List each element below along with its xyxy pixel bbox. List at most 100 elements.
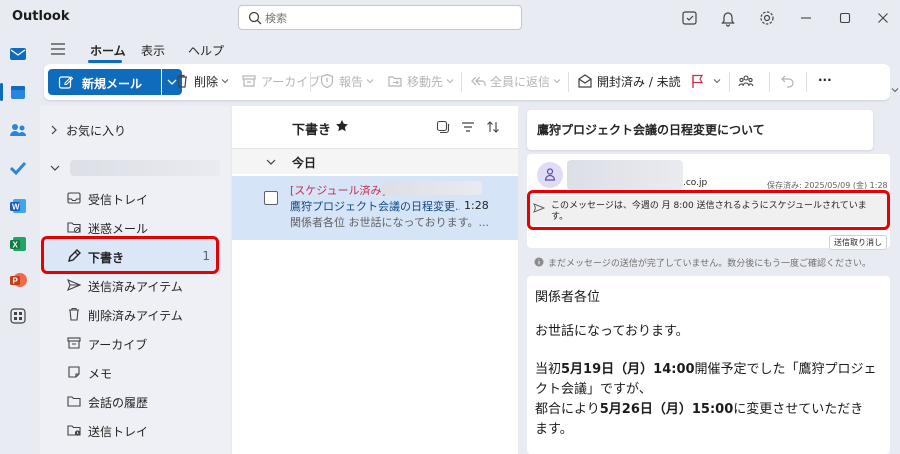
folder-deleted[interactable]: 削除済みアイテム xyxy=(64,304,224,324)
maximize-icon[interactable] xyxy=(835,8,855,28)
flag-button[interactable] xyxy=(690,73,721,91)
toolbar-divider xyxy=(806,72,807,92)
move-to-label: 移動先 xyxy=(407,75,444,89)
undo-icon xyxy=(781,75,794,88)
ribbon-tabs: ホーム 表示 ヘルプ xyxy=(36,36,900,64)
archive-button[interactable]: アーカイブ xyxy=(241,73,320,91)
folder-label: 送信済みアイテム xyxy=(88,280,183,294)
people-app-icon[interactable] xyxy=(8,120,28,140)
read-unread-label: 開封済み / 未読 xyxy=(597,75,681,89)
notes-feedback-icon[interactable] xyxy=(680,8,700,28)
folder-conversation-history[interactable]: 会話の履歴 xyxy=(64,391,224,411)
filter-icon[interactable] xyxy=(461,120,475,134)
more-options-button[interactable]: ··· xyxy=(818,73,832,91)
todo-app-icon[interactable] xyxy=(8,158,28,178)
app-title: Outlook xyxy=(12,9,70,24)
move-to-button[interactable]: 移動先 xyxy=(387,73,454,91)
archive-label: アーカイブ xyxy=(261,75,321,89)
undo-button[interactable] xyxy=(780,73,800,91)
account-header[interactable] xyxy=(50,158,220,178)
gear-icon[interactable] xyxy=(757,8,777,28)
cancel-send-button[interactable]: 送信取り消し xyxy=(829,235,887,250)
report-button[interactable]: 報告 xyxy=(319,73,374,91)
outbox-icon xyxy=(67,425,81,436)
body-bold-date: 5月19日（月）14:00 xyxy=(561,362,695,377)
report-label: 報告 xyxy=(339,75,364,89)
highlight-drafts xyxy=(41,236,219,274)
rail-active-indicator xyxy=(0,83,3,101)
info-text: まだメッセージの送信が完了していません。数分後にもう一度ご確認ください。 xyxy=(548,259,872,269)
item-preview: 関係者各位 お世話になっております。... xyxy=(290,216,490,229)
trash-icon xyxy=(69,307,79,321)
group-header-today[interactable]: 今日 xyxy=(232,148,518,174)
tab-help[interactable]: ヘルプ xyxy=(188,42,224,59)
title-bar: Outlook xyxy=(0,0,900,36)
list-title: 下書き xyxy=(292,123,332,138)
calendar-app-icon[interactable] xyxy=(8,82,28,102)
sender-redacted xyxy=(382,181,482,195)
close-icon[interactable] xyxy=(873,8,893,28)
folder-label: メモ xyxy=(88,367,113,381)
body-text: 当初 xyxy=(535,362,562,377)
tab-view[interactable]: 表示 xyxy=(141,42,165,59)
tab-home[interactable]: ホーム xyxy=(90,42,126,59)
delete-button[interactable]: 削除 xyxy=(174,73,229,91)
ribbon-toolbar: 新規メール 削除 アーカイブ 報告 移動先 全員に返信 開封済み / 未読 ··… xyxy=(44,64,890,100)
folder-notes[interactable]: メモ xyxy=(64,362,224,382)
sent-icon xyxy=(67,278,82,292)
reply-all-icon xyxy=(471,76,486,86)
new-mail-button[interactable]: 新規メール xyxy=(48,69,161,95)
star-icon[interactable] xyxy=(335,119,349,133)
excel-app-icon[interactable]: X xyxy=(8,234,28,254)
folder-inbox[interactable]: 受信トレイ xyxy=(64,188,224,208)
minimize-icon[interactable] xyxy=(796,8,816,28)
scheduled-tag: [スケジュール済み] xyxy=(290,184,386,197)
chevron-down-icon[interactable] xyxy=(891,86,899,94)
message-list-header: 下書き xyxy=(232,106,518,148)
new-mail-label: 新規メール xyxy=(82,77,143,91)
folder-label: 削除済みアイテム xyxy=(88,309,183,323)
chevron-down-icon xyxy=(50,165,60,171)
list-item[interactable]: [スケジュール済み] 鷹狩プロジェクト会議の日程変更... 1:28 関係者各位… xyxy=(232,176,518,240)
tab-home-underline xyxy=(88,60,122,63)
svg-text:W: W xyxy=(12,203,20,212)
toolbar-divider xyxy=(729,72,730,92)
flag-icon xyxy=(692,74,704,88)
ribbon-expand-area xyxy=(890,64,900,454)
archive-icon xyxy=(242,75,256,87)
search-box[interactable] xyxy=(238,5,522,30)
inbox-icon xyxy=(67,192,81,204)
toolbar-divider xyxy=(568,72,569,92)
folder-label: 送信トレイ xyxy=(88,425,149,439)
word-app-icon[interactable]: W xyxy=(8,196,28,216)
body-line: クト会議」ですが、 xyxy=(535,382,652,397)
folder-sent[interactable]: 送信済みアイテム xyxy=(64,275,224,295)
groups-button[interactable] xyxy=(738,73,758,91)
favorites-header[interactable]: お気に入り xyxy=(50,122,126,139)
item-time: 1:28 xyxy=(464,199,489,212)
read-unread-button[interactable]: 開封済み / 未読 xyxy=(577,73,681,91)
move-folder-icon xyxy=(388,76,402,87)
body-line: 関係者各位 xyxy=(535,290,601,305)
info-icon xyxy=(534,257,544,267)
powerpoint-app-icon[interactable]: P xyxy=(8,270,28,290)
folder-archive[interactable]: アーカイブ xyxy=(64,333,224,353)
more-apps-icon[interactable] xyxy=(8,306,28,326)
junk-icon xyxy=(67,222,81,233)
reply-all-button[interactable]: 全員に返信 xyxy=(470,73,561,91)
body-line: 当初5月19日（月）14:00開催予定でした「鷹狩プロジェ xyxy=(535,360,885,380)
account-name-redacted xyxy=(70,160,220,176)
bell-icon[interactable] xyxy=(718,8,738,28)
folder-junk[interactable]: 迷惑メール xyxy=(64,217,224,237)
avatar[interactable] xyxy=(537,162,563,188)
hamburger-menu-icon[interactable] xyxy=(50,42,66,56)
select-mode-icon[interactable] xyxy=(436,120,450,134)
message-body: 関係者各位 お世話になっております。 当初5月19日（月）14:00開催予定でし… xyxy=(527,276,890,454)
select-checkbox[interactable] xyxy=(264,191,278,205)
sort-icon[interactable] xyxy=(486,120,500,134)
folder-outbox[interactable]: 送信トレイ xyxy=(64,420,224,440)
search-input[interactable] xyxy=(265,9,515,27)
info-banner: まだメッセージの送信が完了していません。数分後にもう一度ご確認ください。 xyxy=(534,256,871,269)
mail-app-icon[interactable] xyxy=(8,44,28,64)
folder-label: 迷惑メール xyxy=(88,222,149,236)
